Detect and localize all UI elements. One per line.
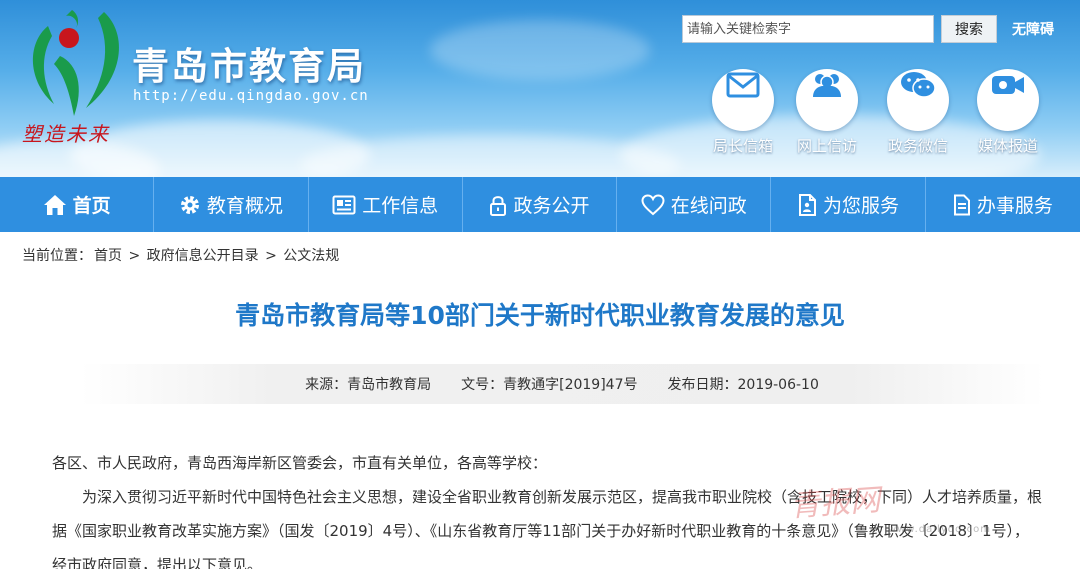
nav-item-label: 教育概况 bbox=[206, 195, 283, 217]
quick-link-label: 局长信箱 bbox=[712, 137, 773, 155]
quick-link-media[interactable]: 媒体报道 bbox=[965, 54, 1051, 156]
quick-link-label: 媒体报道 bbox=[977, 137, 1038, 155]
nav-item-label: 为您服务 bbox=[823, 195, 900, 217]
site-title[interactable]: 青岛市教育局 bbox=[132, 36, 366, 90]
quick-link-label: 网上信访 bbox=[796, 137, 857, 155]
breadcrumb: 当前位置： 首页 > 政府信息公开目录 > 公文法规 bbox=[22, 245, 341, 265]
mail-icon bbox=[712, 69, 774, 131]
nav-item-overview[interactable]: 教育概况 bbox=[154, 177, 309, 232]
breadcrumb-link-home[interactable]: 首页 bbox=[94, 248, 122, 264]
article-salutation: 各区、市人民政府，青岛西海岸新区管委会，市直有关单位，各高等学校： bbox=[52, 454, 548, 472]
quick-link-petition[interactable]: 网上信访 bbox=[784, 54, 870, 156]
breadcrumb-separator: > bbox=[128, 248, 141, 264]
search-input[interactable] bbox=[682, 15, 934, 43]
nav-item-label: 首页 bbox=[72, 195, 111, 217]
nav-item-label: 办事服务 bbox=[976, 195, 1053, 217]
accessibility-link[interactable]: 无障碍 bbox=[1012, 19, 1054, 39]
article-doc-number: 文号：青教通字[2019]47号 bbox=[461, 377, 638, 393]
people-icon bbox=[796, 69, 858, 131]
search-button[interactable]: 搜索 bbox=[941, 15, 997, 43]
watermark-url: www.dailyqd.com bbox=[888, 524, 991, 535]
breadcrumb-link-catalog[interactable]: 政府信息公开目录 bbox=[147, 248, 259, 264]
nav-item-online-inquiry[interactable]: 在线问政 bbox=[617, 177, 772, 232]
logo-motto: 塑造未来 bbox=[22, 122, 110, 146]
breadcrumb-prefix: 当前位置： bbox=[22, 248, 92, 264]
breadcrumb-link-regulations[interactable]: 公文法规 bbox=[283, 248, 339, 264]
article-publish-date: 发布日期：2019-06-10 bbox=[667, 377, 819, 393]
nav-item-label: 政务公开 bbox=[513, 195, 590, 217]
heart-icon bbox=[641, 193, 665, 215]
quick-link-wechat[interactable]: 政务微信 bbox=[875, 54, 961, 156]
site-header: 塑造未来 青岛市教育局 http://edu.qingdao.gov.cn 搜索… bbox=[0, 0, 1080, 177]
lock-icon bbox=[490, 195, 507, 216]
article-source: 来源：青岛市教育局 bbox=[305, 377, 432, 393]
video-camera-icon bbox=[977, 69, 1039, 131]
quick-link-label: 政务微信 bbox=[887, 137, 948, 155]
wechat-icon bbox=[887, 69, 949, 131]
article-meta: 来源：青岛市教育局 文号：青教通字[2019]47号 发布日期：2019-06-… bbox=[80, 364, 1044, 404]
document-icon bbox=[953, 194, 970, 215]
nav-item-label: 工作信息 bbox=[362, 195, 439, 217]
quick-link-mailbox[interactable]: 局长信箱 bbox=[700, 54, 786, 156]
nav-item-gov-affairs[interactable]: 政务公开 bbox=[463, 177, 618, 232]
article-title: 青岛市教育局等10部门关于新时代职业教育发展的意见 bbox=[235, 301, 845, 330]
home-icon bbox=[43, 194, 66, 215]
site-url: http://edu.qingdao.gov.cn bbox=[133, 88, 369, 104]
nav-item-services[interactable]: 为您服务 bbox=[771, 177, 926, 232]
nav-item-business[interactable]: 办事服务 bbox=[926, 177, 1080, 232]
gear-icon bbox=[180, 195, 199, 214]
breadcrumb-separator: > bbox=[265, 248, 277, 264]
nav-item-work-info[interactable]: 工作信息 bbox=[309, 177, 463, 232]
service-icon bbox=[799, 193, 817, 216]
news-icon bbox=[332, 195, 356, 214]
cloud-decoration bbox=[430, 20, 650, 80]
quick-links: 局长信箱 网上信访 政务微信 媒体报道 bbox=[700, 54, 1060, 155]
watermark: 青报网 bbox=[789, 482, 882, 525]
article-body: 各区、市人民政府，青岛西海岸新区管委会，市直有关单位，各高等学校： 为深入贯彻习… bbox=[52, 446, 1042, 569]
nav-item-label: 在线问政 bbox=[670, 195, 747, 217]
nav-item-home[interactable]: 首页 bbox=[0, 177, 155, 232]
main-nav: 首页 教育概况 工作信息 政务公开 在线问政 为您服务 办事服务 bbox=[0, 177, 1080, 232]
